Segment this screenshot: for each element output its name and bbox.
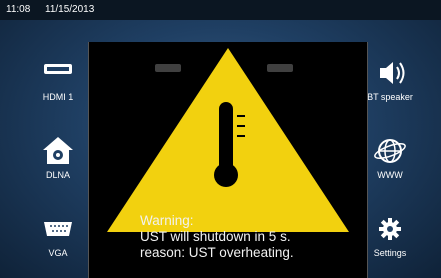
clock: 11:08: [6, 4, 31, 15]
date: 11/15/2013: [45, 4, 95, 15]
warning-reason: reason: UST overheating.: [140, 245, 294, 260]
tile-label: WWW: [377, 170, 403, 180]
globe-icon: [360, 134, 420, 168]
tile-dlna[interactable]: DLNA: [28, 134, 88, 180]
vga-icon: [28, 212, 88, 246]
tile-label: Settings: [373, 248, 407, 258]
tile-label: VGA: [48, 248, 68, 258]
tile-bt-speaker[interactable]: BT speaker: [360, 56, 420, 102]
tile-settings[interactable]: Settings: [360, 212, 420, 258]
tile-www[interactable]: WWW: [360, 134, 420, 180]
warning-dialog: Warning: UST will shutdown in 5 s. reaso…: [88, 42, 368, 278]
tile-label: HDMI 1: [42, 92, 74, 102]
tile-hdmi-1[interactable]: HDMI 1: [28, 56, 88, 102]
status-bar: 11:08 11/15/2013: [0, 0, 441, 20]
tile-label: BT speaker: [367, 92, 413, 102]
gear-icon: [360, 212, 420, 246]
tile-vga[interactable]: VGA: [28, 212, 88, 258]
hdmi-icon: [28, 56, 88, 90]
warning-countdown: UST will shutdown in 5 s.: [140, 229, 291, 244]
warning-message: Warning: UST will shutdown in 5 s. reaso…: [140, 213, 294, 261]
dlna-house-icon: [28, 134, 88, 168]
warning-title: Warning:: [140, 213, 194, 228]
bluetooth-speaker-icon: [360, 56, 420, 90]
tile-label: DLNA: [45, 170, 70, 180]
